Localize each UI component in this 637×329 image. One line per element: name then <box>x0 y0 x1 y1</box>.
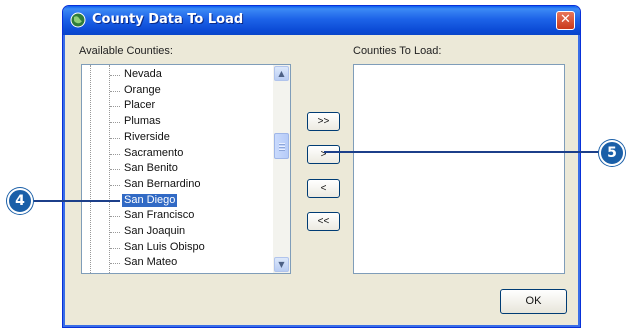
county-item[interactable]: Orange <box>110 83 250 99</box>
window-title: County Data To Load <box>92 12 244 27</box>
county-item[interactable]: San Francisco <box>110 208 250 224</box>
county-label: San Bernardino <box>124 177 201 190</box>
tree-branch-line <box>110 169 120 171</box>
ok-button[interactable]: OK <box>500 289 567 314</box>
county-label: Plumas <box>124 115 161 128</box>
county-label: San Benito <box>124 162 178 175</box>
tree-branch-line <box>110 232 120 233</box>
county-label: San Luis Obispo <box>124 240 205 253</box>
county-item[interactable]: Sacramento <box>110 146 250 162</box>
counties-to-load-label: Counties To Load: <box>353 45 442 57</box>
county-item[interactable]: Placer <box>110 98 250 114</box>
county-item[interactable]: San Benito <box>110 161 250 177</box>
county-item[interactable]: San Bernardino <box>110 177 250 193</box>
county-data-dialog: County Data To Load ✕ Available Counties… <box>62 5 581 328</box>
county-item[interactable]: San Luis Obispo <box>110 240 250 256</box>
county-item[interactable]: Riverside <box>110 130 250 146</box>
callout-badge-4: 4 <box>7 188 33 214</box>
available-counties-label: Available Counties: <box>79 45 173 57</box>
callout-line <box>324 151 607 153</box>
tree-branch-line <box>110 75 120 76</box>
county-label: Sacramento <box>124 146 184 159</box>
grip-line <box>279 143 285 145</box>
grip-line <box>279 146 285 148</box>
add-button[interactable]: > <box>307 145 340 164</box>
county-item[interactable]: San Joaquin <box>110 224 250 240</box>
grip-line <box>279 149 285 151</box>
tree-view: Nevada Orange Placer Plumas Riverside Sacrame… <box>82 65 273 273</box>
callout-line <box>23 200 120 202</box>
tree-branch-line <box>110 153 120 155</box>
scroll-up-button[interactable]: ▲ <box>274 66 289 81</box>
globe-icon <box>70 12 86 28</box>
scroll-down-button[interactable]: ▼ <box>274 257 289 272</box>
title-bar[interactable]: County Data To Load ✕ <box>63 6 580 35</box>
county-item[interactable]: San Mateo <box>110 255 250 271</box>
county-label: San Mateo <box>124 256 178 269</box>
county-item[interactable]: San Diego <box>110 192 250 209</box>
tree-branch-line <box>110 184 120 186</box>
vertical-scrollbar[interactable]: ▲ ▼ <box>273 65 290 273</box>
remove-all-button[interactable]: << <box>307 212 340 231</box>
remove-button[interactable]: < <box>307 179 340 198</box>
close-button[interactable]: ✕ <box>556 11 575 30</box>
tree-branch-line <box>110 247 120 249</box>
tree-branch-line <box>110 106 120 108</box>
scroll-thumb[interactable] <box>274 133 289 159</box>
county-label: Nevada <box>124 68 162 80</box>
tree-branch-line <box>110 90 120 92</box>
tree-branch-line <box>110 263 120 265</box>
available-counties-list[interactable]: Nevada Orange Placer Plumas Riverside Sacrame… <box>81 64 291 274</box>
county-label: Orange <box>124 83 161 96</box>
tree-line <box>90 65 91 273</box>
add-all-button[interactable]: >> <box>307 112 340 131</box>
counties-to-load-list[interactable] <box>353 64 565 274</box>
county-label: Placer <box>124 99 156 112</box>
tree-branch-line <box>110 122 120 124</box>
callout-badge-5: 5 <box>599 140 625 166</box>
county-item[interactable]: Nevada <box>110 67 250 83</box>
county-item[interactable]: Plumas <box>110 114 250 130</box>
tree-branch-line <box>110 216 120 218</box>
county-label: Riverside <box>124 130 170 143</box>
county-label: San Joaquin <box>124 225 186 237</box>
county-label: San Francisco <box>124 209 195 222</box>
tree-branch-line <box>110 137 120 139</box>
county-label: San Diego <box>120 192 179 208</box>
